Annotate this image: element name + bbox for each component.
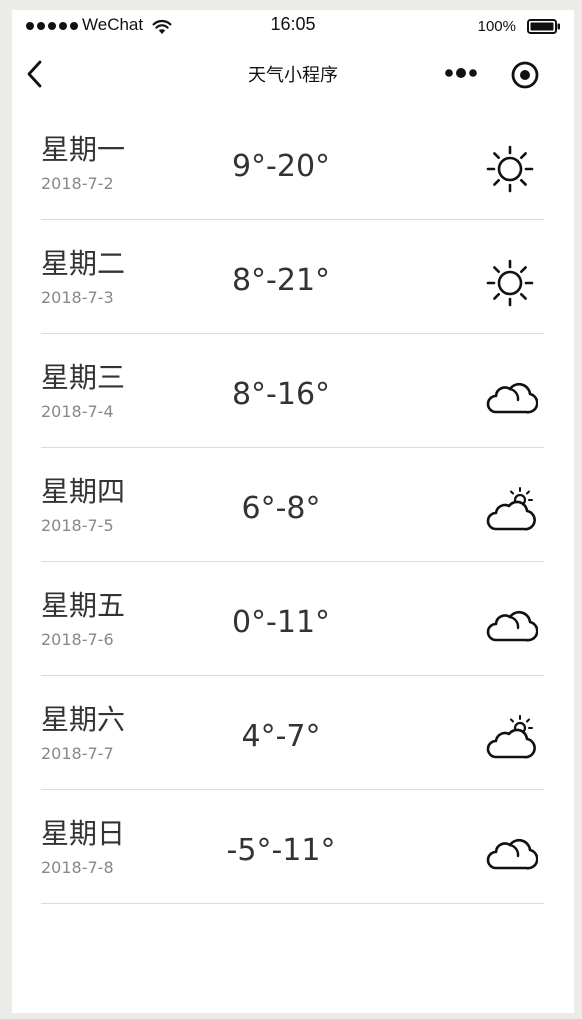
partly-cloudy-icon	[482, 483, 538, 539]
date-label: 2018-7-6	[41, 630, 114, 649]
forecast-list: 星期一 2018-7-2 9°-20° 星期二 2018-7-3 8°-21° …	[41, 106, 544, 904]
more-options-button[interactable]	[444, 67, 478, 79]
weekday-label: 星期二	[41, 247, 126, 280]
temperature-range: 6°-8°	[241, 491, 321, 526]
weekday-label: 星期五	[41, 589, 126, 622]
sun-icon	[482, 255, 538, 311]
weekday-label: 星期六	[41, 703, 126, 736]
forecast-row[interactable]: 星期一 2018-7-2 9°-20°	[41, 106, 544, 220]
cloud-icon	[482, 369, 538, 425]
forecast-row[interactable]: 星期六 2018-7-7 4°-7°	[41, 676, 544, 790]
date-label: 2018-7-7	[41, 744, 114, 763]
forecast-row[interactable]: 星期四 2018-7-5 6°-8°	[41, 448, 544, 562]
battery-percent: 100%	[477, 18, 516, 35]
status-bar: WeChat 16:05 100%	[12, 10, 574, 44]
temperature-range: 9°-20°	[231, 149, 331, 184]
page-title: 天气小程序	[248, 65, 338, 86]
forecast-row[interactable]: 星期三 2018-7-4 8°-16°	[41, 334, 544, 448]
weekday-label: 星期四	[41, 475, 126, 508]
date-label: 2018-7-3	[41, 288, 114, 307]
battery-icon	[527, 19, 560, 34]
date-label: 2018-7-4	[41, 402, 114, 421]
temperature-range: 0°-11°	[231, 605, 331, 640]
forecast-row[interactable]: 星期五 2018-7-6 0°-11°	[41, 562, 544, 676]
phone-screen: WeChat 16:05 100% 天气小程序 星期一 2018-7-2 9°-…	[12, 10, 574, 1013]
close-miniprogram-button[interactable]	[510, 60, 540, 90]
weekday-label: 星期日	[41, 817, 126, 850]
temperature-range: 4°-7°	[241, 719, 321, 754]
temperature-range: 8°-16°	[231, 377, 331, 412]
navigation-bar: 天气小程序	[12, 44, 574, 106]
date-label: 2018-7-5	[41, 516, 114, 535]
temperature-range: -5°-11°	[226, 833, 336, 868]
partly-cloudy-icon	[482, 711, 538, 767]
cloud-icon	[482, 825, 538, 881]
forecast-row[interactable]: 星期二 2018-7-3 8°-21°	[41, 220, 544, 334]
cloud-icon	[482, 597, 538, 653]
date-label: 2018-7-8	[41, 858, 114, 877]
sun-icon	[482, 141, 538, 197]
date-label: 2018-7-2	[41, 174, 114, 193]
temperature-range: 8°-21°	[231, 263, 331, 298]
weekday-label: 星期三	[41, 361, 126, 394]
weekday-label: 星期一	[41, 133, 126, 166]
forecast-row[interactable]: 星期日 2018-7-8 -5°-11°	[41, 790, 544, 904]
